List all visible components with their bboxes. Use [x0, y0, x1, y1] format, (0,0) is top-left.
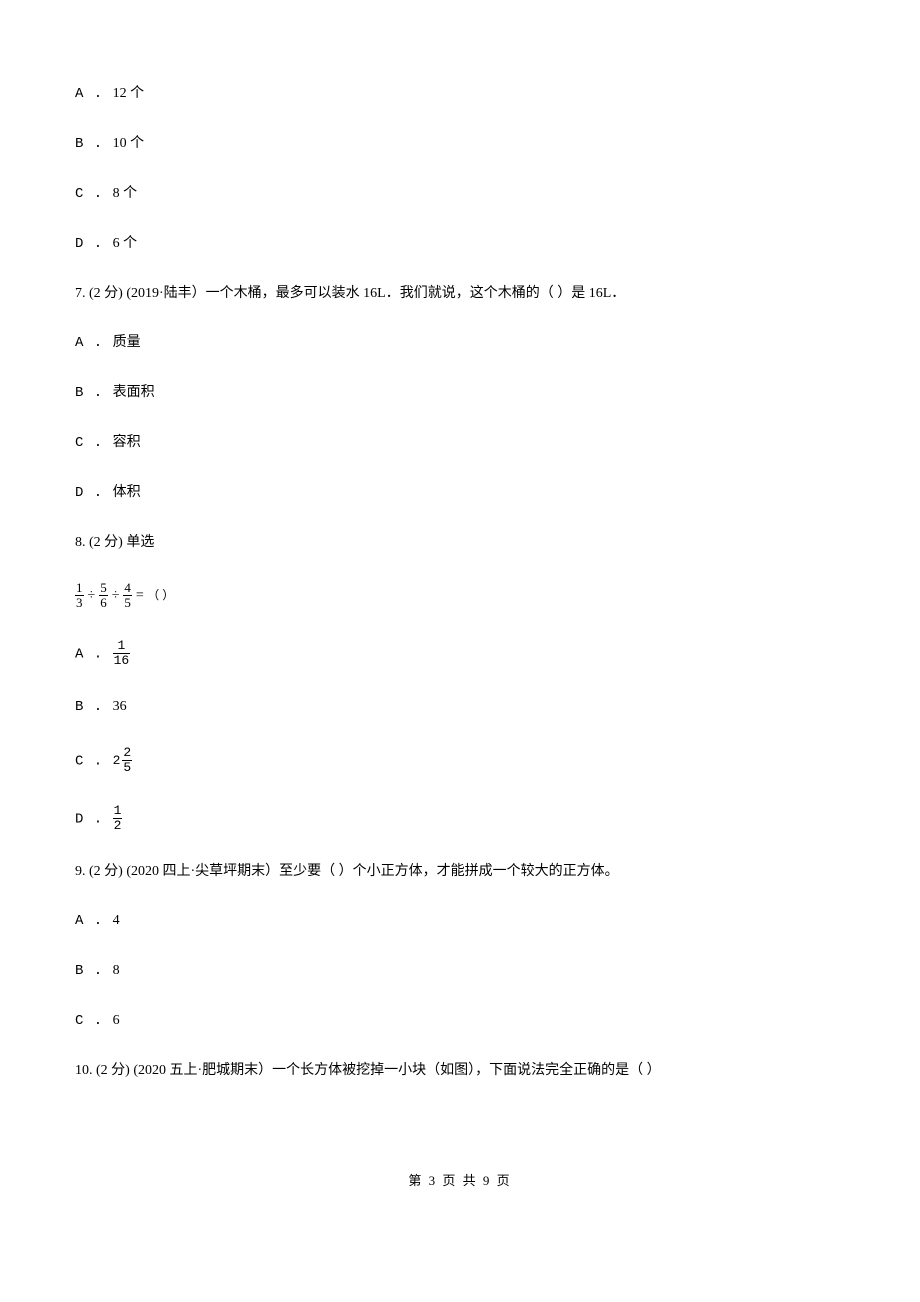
denominator: 2 [113, 819, 123, 833]
blank-paren: （ ） [147, 588, 174, 602]
q8-option-b: B . 36 [75, 696, 845, 718]
option-label: D . [75, 811, 113, 827]
option-label: C . [75, 186, 113, 202]
numerator: 1 [113, 639, 131, 654]
q7-option-b: B . 表面积 [75, 382, 845, 404]
option-text: 6 个 [113, 236, 138, 251]
q9-text: 9. (2 分) (2020 四上·尖草坪期末）至少要（ ）个小正方体，才能拼成… [75, 861, 845, 882]
denominator: 5 [123, 596, 132, 610]
q9-option-b: B . 8 [75, 960, 845, 982]
option-label: D . [75, 485, 113, 501]
q7-option-a: A . 质量 [75, 332, 845, 354]
fraction: 1 3 [75, 581, 84, 611]
option-text: 6 [113, 1013, 120, 1028]
option-text: 12 个 [113, 86, 145, 101]
option-label: A . [75, 86, 113, 102]
question-text: 7. (2 分) (2019·陆丰）一个木桶，最多可以装水 16L．我们就说，这… [75, 286, 625, 301]
option-label: C . [75, 754, 113, 770]
numerator: 2 [122, 746, 132, 761]
option-label: C . [75, 435, 113, 451]
numerator: 1 [75, 581, 84, 596]
question-text: 8. (2 分) 单选 [75, 535, 154, 550]
option-label: B . [75, 699, 113, 715]
option-label: A . [75, 335, 113, 351]
denominator: 5 [122, 761, 132, 775]
q7-option-d: D . 体积 [75, 482, 845, 504]
q9-option-c: C . 6 [75, 1010, 845, 1032]
option-text: 8 [113, 963, 120, 978]
option-text: 10 个 [113, 136, 145, 151]
option-label: A . [75, 913, 113, 929]
q8-text: 8. (2 分) 单选 [75, 532, 845, 553]
q6-option-c: C . 8 个 [75, 183, 845, 205]
operator: ÷ [112, 585, 120, 606]
q6-option-b: B . 10 个 [75, 133, 845, 155]
option-label: B . [75, 136, 113, 152]
operator: ÷ [88, 585, 96, 606]
option-text: 8 个 [113, 186, 138, 201]
q9-option-a: A . 4 [75, 910, 845, 932]
option-text: 质量 [113, 335, 141, 350]
numerator: 5 [99, 581, 108, 596]
option-text: 容积 [113, 435, 141, 450]
q6-option-d: D . 6 个 [75, 233, 845, 255]
fraction: 5 6 [99, 581, 108, 611]
q7-text: 7. (2 分) (2019·陆丰）一个木桶，最多可以装水 16L．我们就说，这… [75, 283, 845, 304]
option-text: 4 [113, 913, 120, 928]
option-text: 36 [113, 699, 127, 714]
q7-option-c: C . 容积 [75, 432, 845, 454]
option-text: 体积 [113, 485, 141, 500]
q8-option-d: D . 1 2 [75, 804, 845, 834]
q8-option-c: C . 2 2 5 [75, 746, 845, 776]
fraction: 4 5 [123, 581, 132, 611]
numerator: 1 [113, 804, 123, 819]
fraction: 1 2 [113, 804, 123, 834]
denominator: 6 [99, 596, 108, 610]
option-label: C . [75, 1013, 113, 1029]
mixed-number: 2 2 5 [113, 746, 133, 776]
q8-expression: 1 3 ÷ 5 6 ÷ 4 5 = （ ） [75, 581, 845, 611]
option-text: 表面积 [113, 385, 155, 400]
question-text: 10. (2 分) (2020 五上·肥城期末）一个长方体被挖掉一小块（如图），… [75, 1063, 661, 1078]
option-label: B . [75, 385, 113, 401]
fraction: 2 5 [122, 746, 132, 776]
option-label: B . [75, 963, 113, 979]
question-text: 9. (2 分) (2020 四上·尖草坪期末）至少要（ ）个小正方体，才能拼成… [75, 864, 619, 879]
whole-number: 2 [113, 751, 121, 771]
q8-option-a: A . 1 16 [75, 639, 845, 669]
q6-option-a: A . 12 个 [75, 83, 845, 105]
denominator: 3 [75, 596, 84, 610]
option-label: D . [75, 236, 113, 252]
denominator: 16 [113, 654, 131, 668]
numerator: 4 [123, 581, 132, 596]
page-footer: 第 3 页 共 9 页 [75, 1171, 845, 1191]
equals: = [136, 585, 144, 606]
fraction: 1 16 [113, 639, 131, 669]
option-label: A . [75, 646, 113, 662]
q10-text: 10. (2 分) (2020 五上·肥城期末）一个长方体被挖掉一小块（如图），… [75, 1060, 845, 1081]
